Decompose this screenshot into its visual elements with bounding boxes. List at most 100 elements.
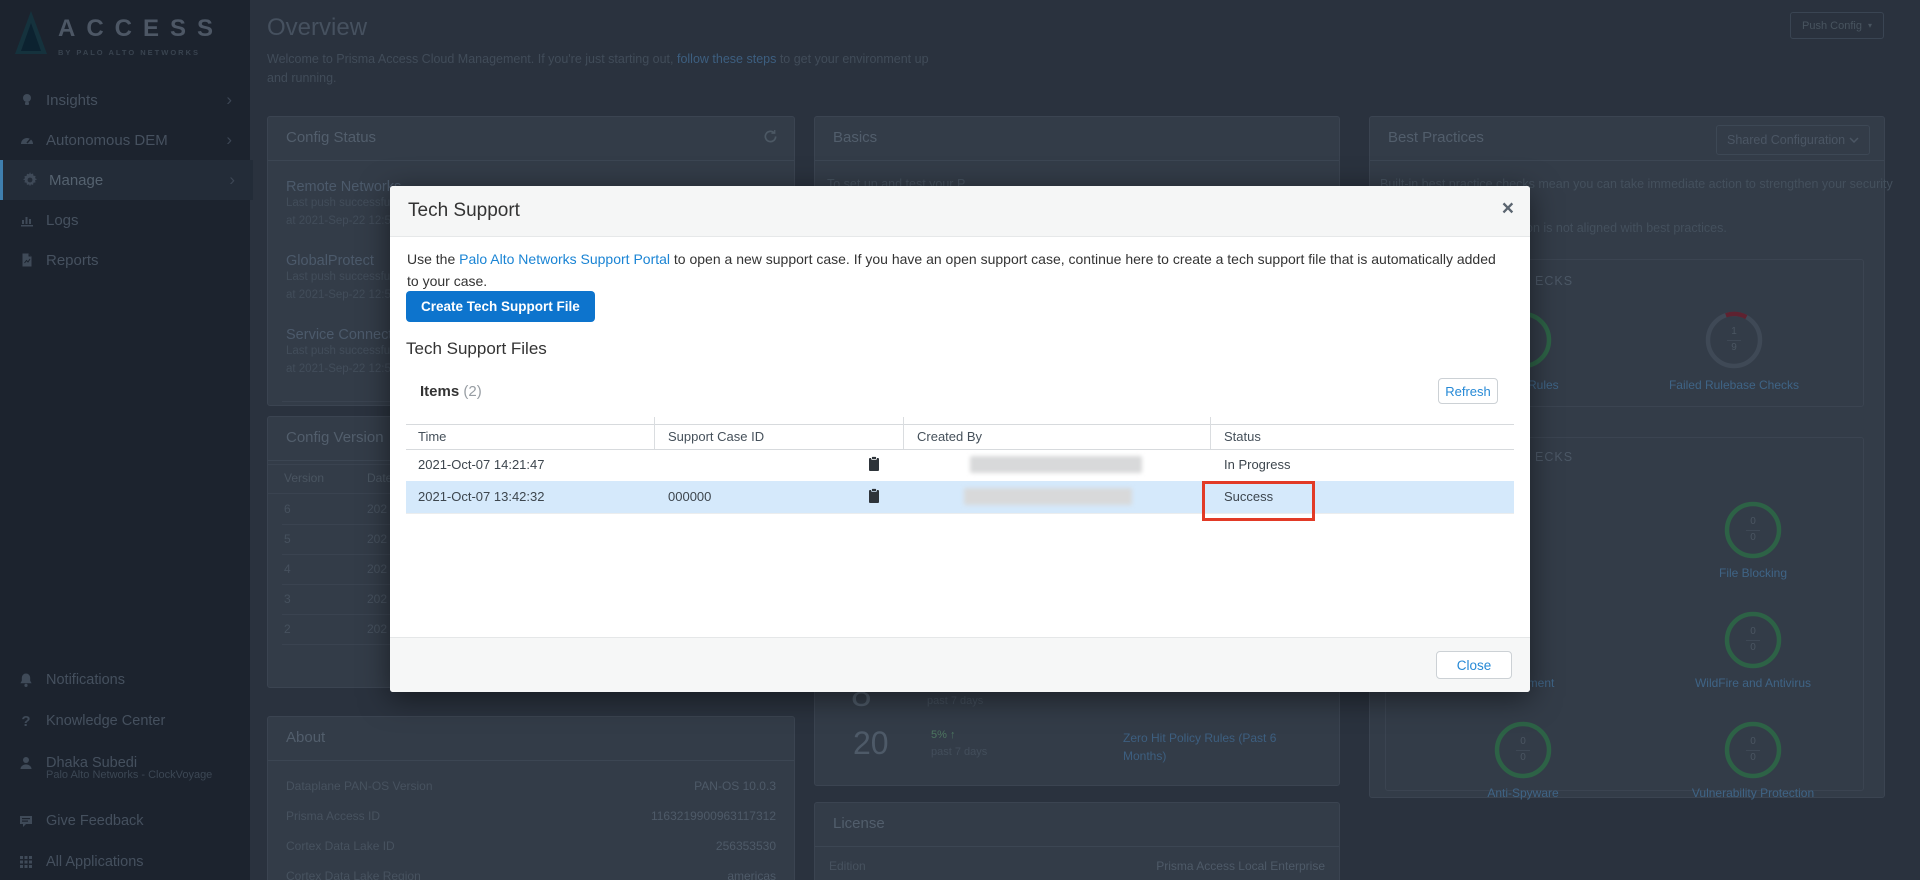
anti-spyware-gauge: 00 (1493, 720, 1553, 780)
question-mark-icon: ? (21, 712, 31, 730)
clipboard-copy-icon[interactable] (868, 456, 880, 477)
chevron-right-icon: › (229, 170, 235, 189)
about-label: Cortex Data Lake ID (286, 839, 395, 853)
app-window: ACCESS BY PALO ALTO NETWORKS Insights › … (0, 0, 1920, 880)
entry-name: GlobalProtect (286, 253, 374, 269)
entry-timestamp: at 2021-Sep-22 12:5 (286, 214, 391, 227)
bell-icon (16, 672, 36, 688)
section-header-fragment: ECKS (1535, 450, 1574, 464)
shared-configuration-dropdown[interactable]: Shared Configuration (1716, 125, 1870, 155)
gauge-denominator: 0 (1520, 751, 1526, 763)
config-status-entry[interactable]: Remote Networks Last push successful at … (286, 179, 401, 231)
support-portal-link[interactable]: Palo Alto Networks Support Portal (459, 251, 670, 267)
case-id-cell: 000000 (668, 489, 712, 504)
follow-steps-link[interactable]: follow these steps (677, 52, 776, 66)
created-by-redacted (970, 456, 1142, 473)
panel-title: License (833, 815, 885, 832)
gauge-numerator: 0 (1750, 516, 1756, 527)
sidebar-item-reports[interactable]: Reports (0, 240, 250, 280)
stat-value: 20 (853, 725, 889, 761)
entry-timestamp: at 2021-Sep-22 12:5 (286, 288, 391, 301)
date-cell: 202 (367, 502, 388, 516)
sidebar-item-notifications[interactable]: Notifications (0, 662, 250, 698)
zero-hit-policy-rules-link[interactable]: Zero Hit Policy Rules (Past 6 Months) (1123, 729, 1285, 765)
push-config-button[interactable]: Push Config ▾ (1790, 12, 1884, 39)
gauge-numerator: 0 (1750, 626, 1756, 637)
divider (268, 160, 794, 161)
sidebar-item-label: Give Feedback (46, 813, 144, 829)
vulnerability-protection-link[interactable]: Vulnerability Protection (1668, 786, 1838, 800)
sidebar-item-label: Reports (46, 251, 99, 269)
sidebar-item-autonomous-dem[interactable]: Autonomous DEM › (0, 120, 250, 160)
wildfire-antivirus-link[interactable]: WildFire and Antivirus (1668, 676, 1838, 690)
gauge-label-fragment[interactable]: Rules (1528, 378, 1559, 392)
lightbulb-icon (18, 92, 36, 108)
sidebar-item-manage[interactable]: Manage › (0, 160, 253, 200)
anti-spyware-link[interactable]: Anti-Spyware (1438, 786, 1608, 800)
stat-delta: 5% ↑ (931, 729, 955, 741)
sidebar-item-insights[interactable]: Insights › (0, 80, 250, 120)
version-cell: 2 (284, 622, 291, 636)
best-practices-intro-fragment: on is not aligned with best practices. (1526, 221, 1727, 235)
section-header-fragment: ECKS (1535, 274, 1574, 288)
create-tech-support-file-button[interactable]: Create Tech Support File (406, 291, 595, 322)
close-icon[interactable]: × (1502, 197, 1514, 221)
gauge-icon (18, 132, 36, 148)
brand-logo: ACCESS BY PALO ALTO NETWORKS (14, 10, 224, 57)
wildfire-antivirus-gauge: 00 (1723, 610, 1783, 670)
modal-body-text: Use the Palo Alto Networks Support Porta… (407, 248, 1509, 293)
date-cell: 202 (367, 532, 388, 546)
table-header-row: Time Support Case ID Created By Status (406, 417, 1514, 450)
version-cell: 3 (284, 592, 291, 606)
column-header-status[interactable]: Status (1224, 429, 1261, 444)
column-header-support-case-id[interactable]: Support Case ID (668, 429, 764, 444)
about-value: PAN-OS 10.0.3 (694, 779, 776, 793)
close-button[interactable]: Close (1436, 651, 1512, 679)
file-blocking-gauge: 00 (1723, 500, 1783, 560)
refresh-button[interactable]: Refresh (1438, 378, 1498, 404)
column-header-date: Date (367, 471, 393, 485)
prisma-access-logo-icon (15, 11, 47, 54)
sidebar-item-all-applications[interactable]: All Applications (0, 844, 250, 880)
failed-rulebase-checks-link[interactable]: Failed Rulebase Checks (1649, 378, 1819, 392)
panel-title: Config Version (286, 429, 384, 446)
tech-support-modal: Tech Support × Use the Palo Alto Network… (390, 186, 1530, 692)
version-cell: 6 (284, 502, 291, 516)
gauge-denominator: 9 (1731, 341, 1737, 353)
table-row[interactable]: 2021-Oct-07 14:21:47 In Progress (406, 449, 1514, 482)
refresh-icon[interactable] (763, 129, 778, 149)
sidebar-item-label: Autonomous DEM (46, 131, 168, 149)
sidebar-item-give-feedback[interactable]: Give Feedback (0, 803, 250, 839)
date-cell: 202 (367, 592, 388, 606)
divider (815, 160, 1339, 161)
push-config-label: Push Config (1802, 19, 1862, 32)
sidebar-item-label: Notifications (46, 672, 125, 688)
sidebar-item-user[interactable]: Dhaka Subedi Palo Alto Networks - ClockV… (0, 745, 250, 781)
column-header-created-by[interactable]: Created By (917, 429, 982, 444)
bar-chart-icon (18, 212, 36, 228)
gauge-numerator: 0 (1520, 736, 1526, 747)
panel-title: About (286, 729, 326, 746)
panel-title: Basics (833, 129, 878, 146)
stat-caption: past 7 days (931, 746, 988, 758)
vulnerability-protection-gauge: 00 (1723, 720, 1783, 780)
sidebar-item-logs[interactable]: Logs (0, 200, 250, 240)
about-panel: About Dataplane PAN-OS Version PAN-OS 10… (267, 716, 795, 880)
license-panel: License Edition Prisma Access Local Ente… (814, 802, 1340, 880)
clipboard-copy-icon[interactable] (868, 488, 880, 509)
time-cell: 2021-Oct-07 14:21:47 (418, 457, 545, 472)
column-header-time[interactable]: Time (418, 429, 446, 444)
sidebar-item-knowledge-center[interactable]: ? Knowledge Center (0, 703, 250, 739)
table-row-selected[interactable]: 2021-Oct-07 13:42:32 000000 Success (406, 481, 1514, 514)
panel-title: Best Practices (1388, 129, 1484, 146)
apps-grid-icon (16, 854, 36, 870)
page-title: Overview (267, 14, 368, 41)
column-divider (654, 417, 655, 449)
report-document-icon (18, 252, 36, 268)
about-value: americas (727, 869, 776, 880)
column-divider (903, 417, 904, 449)
items-count: Items (2) (420, 383, 482, 400)
config-status-entry[interactable]: GlobalProtect Last push successful at 20… (286, 253, 393, 305)
time-cell: 2021-Oct-07 13:42:32 (418, 489, 545, 504)
file-blocking-link[interactable]: File Blocking (1668, 566, 1838, 580)
